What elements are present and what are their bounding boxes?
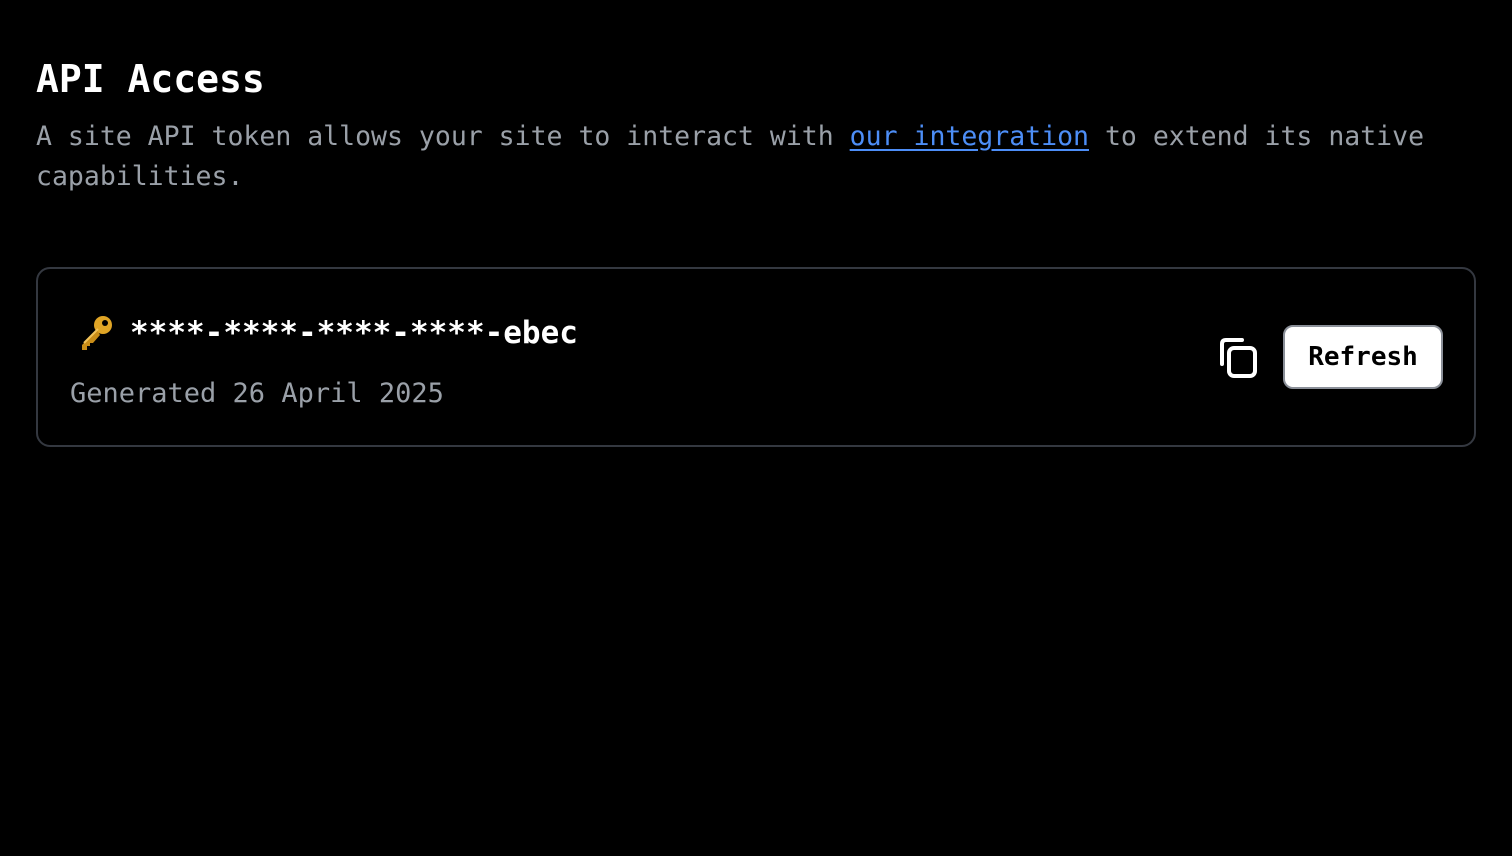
token-generated-date: Generated 26 April 2025 (70, 378, 444, 409)
token-row: ****-****-****-****-ebec (76, 313, 578, 353)
page-title: API Access (36, 57, 265, 101)
integration-link[interactable]: our integration (850, 121, 1089, 152)
refresh-token-button[interactable]: Refresh (1283, 325, 1443, 389)
copy-icon (1212, 334, 1260, 385)
copy-token-button[interactable] (1208, 331, 1264, 387)
api-token-value: ****-****-****-****-ebec (130, 315, 578, 351)
page-description: A site API token allows your site to int… (36, 117, 1436, 197)
api-token-card: ****-****-****-****-ebec Generated 26 Ap… (36, 267, 1476, 447)
api-access-section: API Access A site API token allows your … (36, 54, 1476, 447)
key-icon (76, 313, 116, 353)
description-text-before: A site API token allows your site to int… (36, 121, 850, 152)
